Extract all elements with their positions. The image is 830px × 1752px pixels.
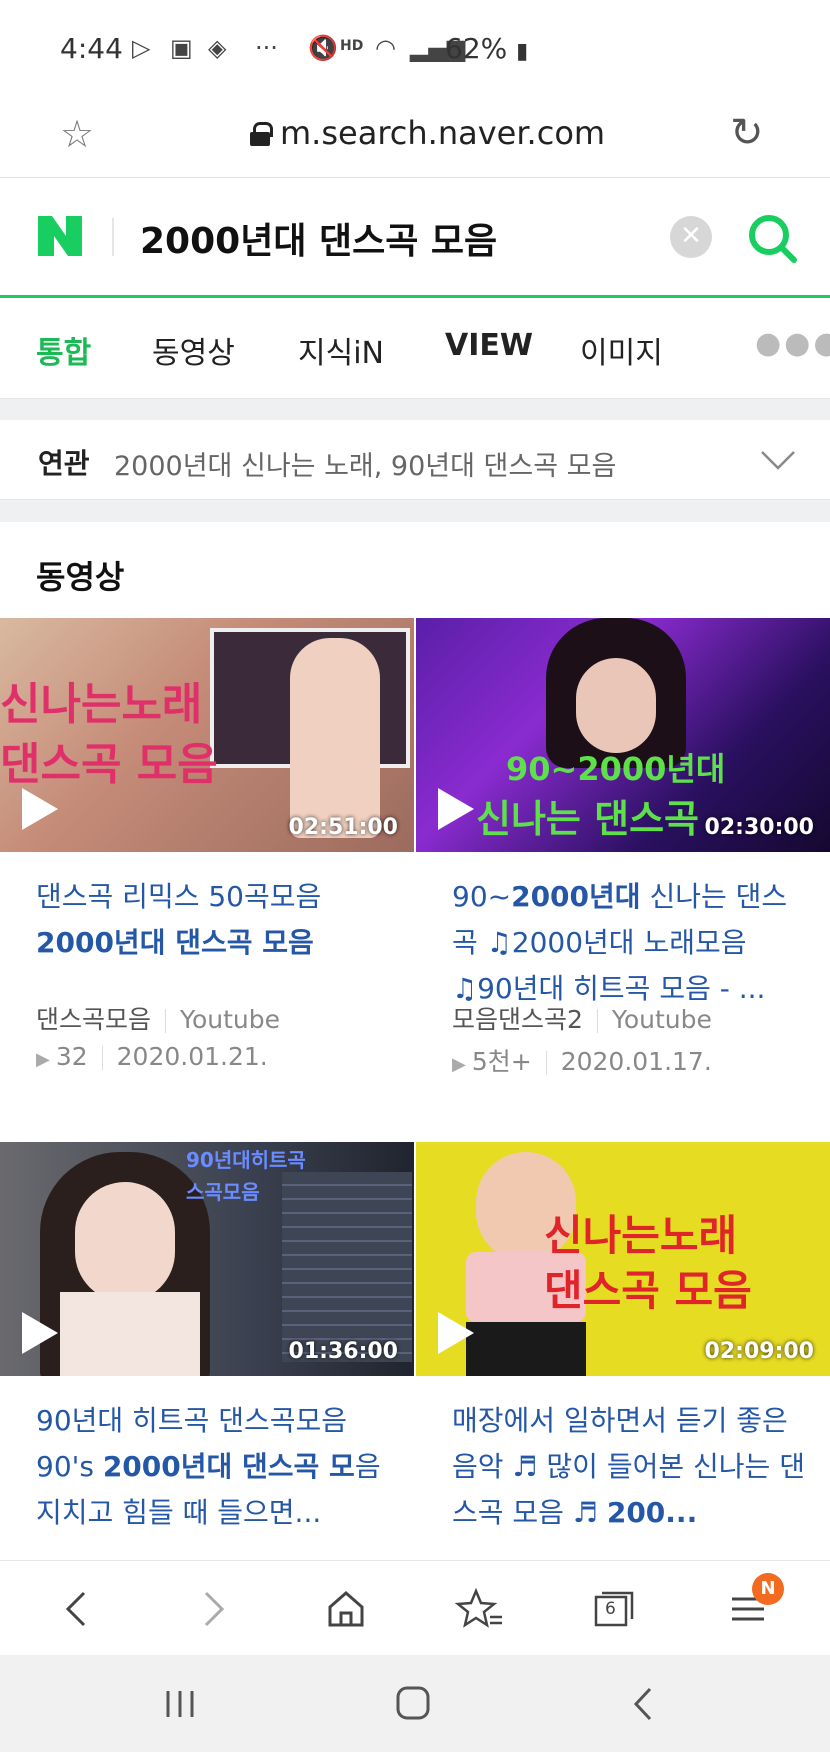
thumb-face [75,1182,175,1302]
search-divider [112,218,114,256]
related-label: 연관 [38,447,90,480]
youtube-notification-icon: ▷ [132,34,151,62]
thumb-caption: 댄스곡 모음 [0,739,218,790]
status-bar: 4:44 ▷ ▣ ◈ ··· 🔇 HD ◠ ▂▄▆ 62% ▮ [0,0,830,96]
naver-logo[interactable] [36,212,84,260]
thumb-caption: 90년대히트곡 [186,1148,306,1172]
views-play-icon: ▶ [36,1049,50,1070]
clear-search-button[interactable]: ✕ [670,216,712,258]
video-duration: 02:51:00 [288,815,398,840]
views-play-icon: ▶ [452,1054,466,1075]
thumb-dress [60,1292,200,1376]
thumb-tracklist [282,1172,412,1362]
tab-integrated[interactable]: 통합 [36,328,91,372]
play-icon [438,1312,474,1354]
more-tabs-icon[interactable]: ●●● [755,326,830,361]
play-icon [22,1312,58,1354]
thumb-caption: 신나는노래 [0,679,203,730]
url-text: m.search.naver.com [280,114,606,152]
video-duration: 02:09:00 [704,1339,814,1364]
hd-voice-icon: HD [340,38,364,54]
tab-knowledge-in[interactable]: 지식iN [298,328,384,372]
battery-level: 62% ▮ [445,32,529,65]
recent-apps-icon[interactable] [150,1679,210,1729]
gallery-notification-icon: ▣ [170,34,193,62]
system-nav-bar [0,1655,830,1752]
forward-icon[interactable] [182,1579,242,1639]
video-thumbnail[interactable]: 신나는노래 댄스곡 모음 02:51:00 [0,618,414,852]
browser-bottom-nav: 6 N [0,1560,830,1655]
search-icon[interactable] [744,210,800,266]
browser-url-bar: ☆ m.search.naver.com ↻ [0,96,830,178]
video-stats-row: ▶ 32 2020.01.21. [36,1042,268,1071]
search-tabs: 통합 동영상 지식iN VIEW 이미지 ●●● [0,298,830,398]
url-field[interactable]: m.search.naver.com [250,114,605,152]
battery-icon: ▮ [516,39,529,64]
video-thumbnail[interactable]: 90~2000년대 신나는 댄스곡 02:30:00 [416,618,830,852]
menu-notification-badge: N [752,1573,784,1605]
related-searches[interactable]: 연관 2000년대 신나는 노래, 90년대 댄스곡 모음 [0,420,830,500]
upload-date: 2020.01.17. [560,1047,712,1076]
thumb-figure [290,638,380,838]
tab-video[interactable]: 동영상 [152,328,235,372]
more-notifications-icon: ··· [255,34,278,62]
bookmark-star-icon[interactable]: ☆ [60,112,94,156]
video-title-link[interactable]: 90~2000년대 신나는 댄스곡 ♫2000년대 노래모음 ♫90년대 히트곡… [452,874,812,1012]
video-stats-row: ▶ 5천+ 2020.01.17. [452,1042,712,1078]
view-count: 5천+ [471,1047,532,1076]
video-section: 동영상 신나는노래 댄스곡 모음 02:51:00 댄스곡 리믹스 50곡모음 … [0,522,830,1560]
back-icon[interactable] [48,1579,108,1639]
video-channel-row: 모음댄스곡2 Youtube [452,1000,712,1036]
video-source: Youtube [180,1005,281,1034]
video-title-link[interactable]: 90년대 히트곡 댄스곡모음 90's 2000년대 댄스곡 모음 지치고 힘들… [36,1398,396,1536]
mute-icon: 🔇 [308,34,338,62]
status-time: 4:44 [60,32,123,65]
video-section-title: 동영상 [36,558,125,596]
system-back-icon[interactable] [614,1679,674,1729]
related-text[interactable]: 2000년대 신나는 노래, 90년대 댄스곡 모음 [114,444,616,483]
reload-icon[interactable]: ↻ [730,110,764,156]
thumb-caption: 90~2000년대 [506,750,726,788]
video-duration: 01:36:00 [288,1339,398,1364]
video-title-link[interactable]: 댄스곡 리믹스 50곡모음 2000년대 댄스곡 모음 [36,874,396,966]
video-channel-row: 댄스곡모음 Youtube [36,1000,280,1036]
video-source: Youtube [611,1005,712,1034]
channel-name[interactable]: 모음댄스곡2 [452,1005,583,1034]
thumb-caption: 신나는 댄스곡 [476,797,699,841]
play-icon [22,788,58,830]
section-gap [0,500,830,522]
tabs-count: 6 [605,1599,616,1619]
video-thumbnail[interactable]: 90년대히트곡 스곡모음 01:36:00 [0,1142,414,1376]
map-notification-icon: ◈ [208,34,227,62]
channel-name[interactable]: 댄스곡모음 [36,1005,151,1034]
lock-icon [250,122,273,146]
chevron-down-icon[interactable] [760,442,796,478]
search-input[interactable]: 2000년대 댄스곡 모음 [140,212,497,264]
tab-image[interactable]: 이미지 [580,328,663,372]
home-button-icon[interactable] [382,1679,442,1729]
thumb-caption: 스곡모음 [186,1180,260,1204]
tabs-button[interactable]: 6 [584,1579,644,1639]
search-box: 2000년대 댄스곡 모음 ✕ [0,178,830,298]
video-duration: 02:30:00 [704,815,814,840]
view-count: 32 [55,1042,88,1071]
thumb-pants [466,1322,586,1376]
tab-view[interactable]: VIEW [445,328,533,363]
video-title-link[interactable]: 매장에서 일하면서 듣기 좋은 음악 ♬ 많이 들어본 신나는 댄스곡 모음 ♬… [452,1398,812,1536]
section-gap [0,398,830,420]
home-icon[interactable] [316,1579,376,1639]
wifi-icon: ◠ [375,34,396,62]
thumb-caption: 신나는노래 [544,1211,738,1260]
upload-date: 2020.01.21. [116,1042,268,1071]
video-thumbnail[interactable]: 신나는노래 댄스곡 모음 02:09:00 [416,1142,830,1376]
thumb-face [576,658,656,753]
play-icon [438,788,474,830]
bookmarks-icon[interactable] [450,1579,510,1639]
thumb-caption: 댄스곡 모음 [544,1266,752,1315]
